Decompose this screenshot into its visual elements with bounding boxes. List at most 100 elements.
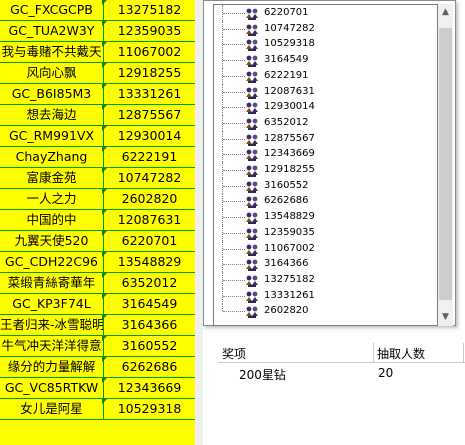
tree-connector: [223, 154, 245, 156]
user-id-cell[interactable]: 13275182: [104, 0, 195, 21]
user-id-cell[interactable]: 12359035: [104, 21, 195, 42]
user-id-cell[interactable]: 3160552: [104, 336, 195, 357]
user-id-cell[interactable]: 6262686: [104, 357, 195, 378]
table-row[interactable]: 风向心飘 12918255: [0, 63, 195, 84]
table-row[interactable]: GC_RM991VX 12930014: [0, 126, 195, 147]
user-name-cell[interactable]: GC_FXCGCPB: [0, 0, 104, 21]
tree-item[interactable]: 11067002: [214, 240, 436, 257]
scroll-down-button[interactable]: ▼: [438, 309, 453, 326]
tree-item[interactable]: 12930014: [214, 99, 436, 116]
cell-marker-icon: [102, 63, 107, 68]
user-node-icon: [245, 163, 259, 177]
tree-item[interactable]: 12918255: [214, 162, 436, 178]
table-row[interactable]: GC_FXCGCPB 13275182: [0, 0, 195, 21]
user-name-cell[interactable]: 我与毒赌不共戴天: [0, 42, 104, 63]
table-row[interactable]: 我与毒赌不共戴天 11067002: [0, 42, 195, 63]
user-id-cell[interactable]: 11067002: [104, 42, 195, 63]
tree-item[interactable]: 12343669: [214, 146, 436, 163]
table-row[interactable]: 中国的中 12087631: [0, 210, 195, 231]
tree-item[interactable]: 13331261: [214, 287, 436, 304]
tree-connector: [223, 107, 245, 109]
user-name-cell[interactable]: 富康金苑: [0, 168, 104, 189]
table-row[interactable]: GC_CDH22C96 13548829: [0, 252, 195, 273]
tree-item[interactable]: 6262686: [214, 193, 436, 210]
user-name-cell[interactable]: GC_KP3F74L: [0, 294, 104, 315]
cell-marker-icon: [102, 294, 107, 299]
user-id-cell[interactable]: 6352012: [104, 273, 195, 294]
user-name-cell[interactable]: 王者归来-冰雪聪明: [0, 315, 104, 336]
table-row[interactable]: 一人之力 2602820: [0, 189, 195, 210]
user-id-cell[interactable]: 10529318: [104, 399, 195, 420]
user-name-cell[interactable]: GC_CDH22C96: [0, 252, 104, 273]
user-id-cell[interactable]: 12918255: [104, 63, 195, 84]
tree-item[interactable]: 6222191: [214, 67, 436, 84]
user-name-cell[interactable]: 风向心飘: [0, 63, 104, 84]
user-name-cell[interactable]: GC_RM991VX: [0, 126, 104, 147]
user-id-cell[interactable]: 2602820: [104, 189, 195, 210]
tree-item[interactable]: 2602820: [214, 303, 436, 319]
tree-item[interactable]: 3164549: [214, 52, 436, 69]
user-name-cell[interactable]: 一人之力: [0, 189, 104, 210]
user-id-cell[interactable]: 3164549: [104, 294, 195, 315]
user-name-cell[interactable]: 中国的中: [0, 210, 104, 231]
table-row[interactable]: GC_KP3F74L 3164549: [0, 294, 195, 315]
tree-item[interactable]: 3160552: [214, 177, 436, 194]
table-row[interactable]: ChayZhang 6222191: [0, 147, 195, 168]
user-id-cell[interactable]: 6222191: [104, 147, 195, 168]
user-id-cell[interactable]: 10747282: [104, 168, 195, 189]
table-row[interactable]: 富康金苑 10747282: [0, 168, 195, 189]
user-id-cell[interactable]: 13548829: [104, 252, 195, 273]
user-name-cell[interactable]: 菜缎青絲寄華年: [0, 273, 104, 294]
tree-item[interactable]: 12359035: [214, 224, 436, 241]
tree-connector: [223, 138, 245, 140]
user-id-cell[interactable]: 13331261: [104, 84, 195, 105]
table-row[interactable]: GC_VC85RTKW 12343669: [0, 378, 195, 399]
table-row[interactable]: 九翼天使520 6220701: [0, 231, 195, 252]
user-grid: GC_FXCGCPB 13275182 GC_TUA2W3Y 12359035 我与毒赌…: [0, 0, 195, 445]
prize-cell[interactable]: 200星钻: [239, 366, 286, 383]
user-name-cell[interactable]: GC_B6I85M3: [0, 84, 104, 105]
user-name-cell[interactable]: GC_TUA2W3Y: [0, 21, 104, 42]
user-id-cell[interactable]: 6220701: [104, 231, 195, 252]
scroll-thumb[interactable]: [439, 28, 452, 300]
tree-item[interactable]: 13548829: [214, 209, 436, 226]
user-name-cell[interactable]: 想去海边: [0, 105, 104, 126]
id-tree-list[interactable]: 6220701 10747282 10529318 3164549 6222191 120…: [213, 4, 438, 326]
tree-item[interactable]: 13275182: [214, 271, 436, 288]
user-id-cell[interactable]: 12343669: [104, 378, 195, 399]
user-name-cell[interactable]: 牛气冲天洋洋得意: [0, 336, 104, 357]
tree-item[interactable]: 12875567: [214, 130, 436, 147]
table-row[interactable]: 想去海边 12875567: [0, 105, 195, 126]
cell-marker-icon: [102, 210, 107, 215]
user-name-cell[interactable]: 九翼天使520: [0, 231, 104, 252]
tree-item[interactable]: 6352012: [214, 114, 436, 131]
user-name-cell[interactable]: ChayZhang: [0, 147, 104, 168]
tree-item[interactable]: 10529318: [214, 36, 436, 53]
tree-item[interactable]: 3164366: [214, 256, 436, 273]
prize-column-header[interactable]: 奖项: [222, 345, 246, 362]
count-cell[interactable]: 20: [378, 366, 393, 380]
table-row[interactable]: 王者归来-冰雪聪明 3164366: [0, 315, 195, 336]
table-row[interactable]: 缘分的力量解解 6262686: [0, 357, 195, 378]
tree-item[interactable]: 10747282: [214, 20, 436, 37]
tree-scrollbar[interactable]: ▲ ▼: [438, 4, 453, 326]
user-id-cell[interactable]: 12930014: [104, 126, 195, 147]
table-row[interactable]: 女儿是阿星 10529318: [0, 399, 195, 420]
user-name-cell[interactable]: 缘分的力量解解: [0, 357, 104, 378]
scroll-up-button[interactable]: ▲: [438, 4, 453, 21]
user-name-cell[interactable]: GC_VC85RTKW: [0, 378, 104, 399]
tree-item[interactable]: 12087631: [214, 83, 436, 100]
table-row[interactable]: GC_B6I85M3 13331261: [0, 84, 195, 105]
tree-item-label: 3160552: [264, 179, 309, 191]
user-node-icon: [245, 289, 259, 303]
table-row[interactable]: 牛气冲天洋洋得意 3160552: [0, 336, 195, 357]
tree-item[interactable]: 6220701: [214, 5, 436, 21]
user-id-cell[interactable]: 3164366: [104, 315, 195, 336]
table-row[interactable]: 菜缎青絲寄華年 6352012: [0, 273, 195, 294]
user-id-cell[interactable]: 12087631: [104, 210, 195, 231]
tree-connector: [223, 264, 245, 266]
user-name-cell[interactable]: 女儿是阿星: [0, 399, 104, 420]
count-column-header[interactable]: 抽取人数: [377, 345, 425, 362]
user-id-cell[interactable]: 12875567: [104, 105, 195, 126]
table-row[interactable]: GC_TUA2W3Y 12359035: [0, 21, 195, 42]
